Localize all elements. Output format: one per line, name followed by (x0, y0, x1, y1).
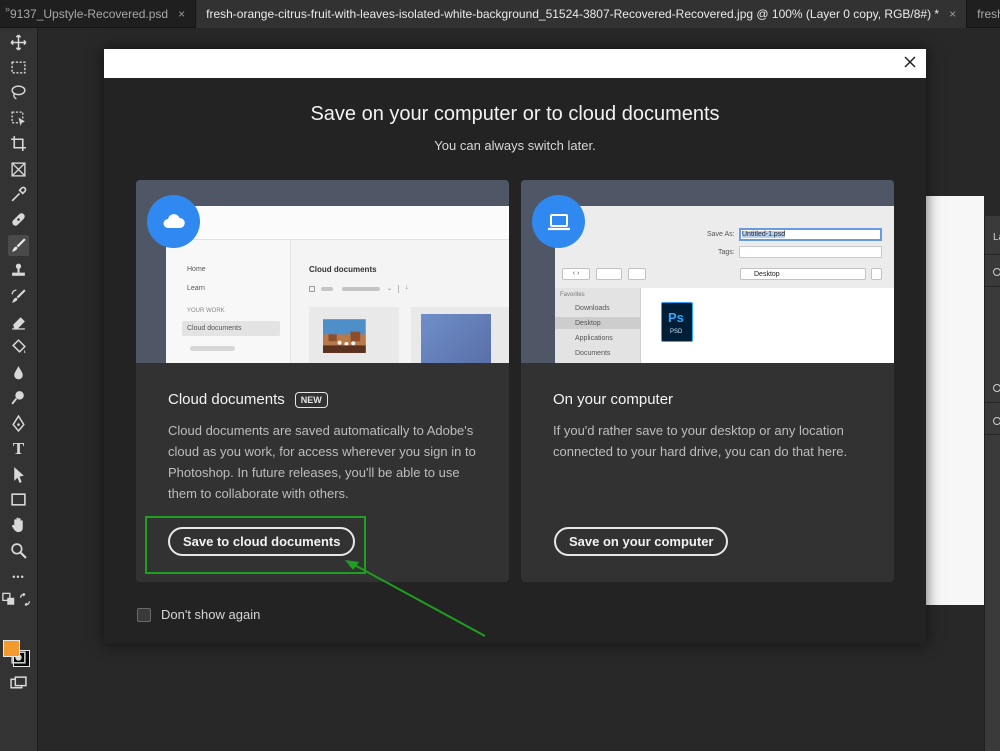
mock-panel-title: Cloud documents (309, 265, 377, 274)
search-icon[interactable] (993, 268, 1000, 276)
tab-fresh-o[interactable]: fresh-o (967, 0, 1000, 28)
mock-favorites-label: Favorites (560, 292, 585, 298)
close-button[interactable] (900, 53, 920, 73)
path-select-icon[interactable] (8, 464, 29, 485)
layers-panel-label: La (993, 232, 1000, 243)
panel-divider (985, 434, 1000, 435)
healing-brush-icon[interactable] (8, 209, 29, 230)
on-your-computer-card[interactable]: Save As: Untitled-1.psd Tags: ‹ › Deskto… (521, 180, 894, 582)
mock-tags-label: Tags: (718, 249, 735, 256)
save-location-dialog: Save on your computer or to cloud docume… (104, 49, 926, 644)
layers-panel: La (984, 216, 1000, 751)
laptop-icon-badge (532, 195, 585, 248)
cloud-card-heading: Cloud documents NEW (168, 391, 328, 408)
panel-divider (985, 286, 1000, 287)
frame-icon[interactable] (8, 159, 29, 180)
swap-colors-icon[interactable] (18, 592, 32, 606)
dodge-icon[interactable] (8, 387, 29, 408)
zoom-icon[interactable] (8, 540, 29, 561)
collapse-arrows-icon: » (5, 4, 11, 14)
computer-card-title: On your computer (553, 391, 674, 408)
cloud-documents-illustration: Home Learn YOUR WORK Cloud documents Clo… (136, 180, 509, 363)
eraser-icon[interactable] (8, 311, 29, 332)
more-icon[interactable]: ••• (8, 566, 29, 587)
mock-save-as-value: Untitled-1.psd (742, 231, 786, 238)
save-to-cloud-button[interactable]: Save to cloud documents (168, 527, 356, 556)
move-icon[interactable] (8, 32, 29, 53)
dont-show-again-checkbox[interactable] (137, 607, 151, 622)
object-select-icon[interactable] (8, 108, 29, 129)
dialog-subtitle: You can always switch later. (434, 138, 596, 153)
computer-illustration: Save As: Untitled-1.psd Tags: ‹ › Deskto… (521, 180, 894, 363)
pen-icon[interactable] (8, 413, 29, 434)
mock-thumbnail-gradient (411, 307, 509, 363)
mock-thumbnail-photo (309, 307, 399, 363)
type-icon[interactable]: T (8, 438, 29, 459)
tab-label: 9137_Upstyle-Recovered.psd (10, 7, 169, 21)
rectangle-icon[interactable] (8, 489, 29, 510)
dialog-title: Save on your computer or to cloud docume… (310, 103, 720, 125)
default-colors-icon[interactable] (2, 592, 16, 606)
mock-nav-learn: Learn (187, 285, 205, 292)
new-badge: NEW (294, 391, 328, 408)
cloud-documents-card[interactable]: Home Learn YOUR WORK Cloud documents Clo… (136, 180, 509, 582)
cloud-card-title: Cloud documents (168, 391, 285, 408)
mock-save-as-label: Save As: (707, 231, 735, 238)
mock-selected-item: Cloud documents (187, 325, 242, 332)
screen-mode-icon[interactable] (8, 673, 29, 694)
crop-icon[interactable] (8, 133, 29, 154)
document-canvas[interactable] (926, 196, 984, 605)
mock-fav-documents: Documents (575, 350, 611, 357)
tab-label: fresh-orange-citrus-fruit-with-leaves-is… (206, 7, 940, 21)
psd-file-icon: Ps PSD (661, 302, 693, 342)
computer-card-heading: On your computer (553, 391, 673, 408)
stamp-icon[interactable] (8, 260, 29, 281)
mock-fav-desktop: Desktop (575, 320, 601, 327)
mock-nav-home: Home (187, 266, 206, 273)
panel-divider (985, 402, 1000, 403)
computer-card-description: If you'd rather save to your desktop or … (553, 423, 848, 459)
mock-section-label: YOUR WORK (187, 308, 225, 314)
mock-fav-downloads: Downloads (575, 305, 610, 312)
cloud-icon-badge (147, 195, 200, 248)
tab-close-icon[interactable]: × (949, 7, 956, 21)
mock-location-value: Desktop (754, 271, 780, 278)
cloud-card-description: Cloud documents are saved automatically … (168, 423, 476, 501)
laptop-icon (547, 213, 570, 230)
dont-show-again-label: Don't show again (161, 607, 261, 622)
mock-fav-applications: Applications (575, 335, 613, 342)
desert-photo-icon (323, 319, 366, 353)
save-on-computer-button[interactable]: Save on your computer (554, 527, 729, 556)
paint-bucket-icon[interactable] (8, 336, 29, 357)
dialog-title-bar (104, 49, 926, 78)
mac-save-dialog-mock: Save As: Untitled-1.psd Tags: ‹ › Deskto… (555, 206, 894, 363)
tab-orange-citrus-jpg[interactable]: fresh-orange-citrus-fruit-with-leaves-is… (196, 0, 968, 28)
document-tab-bar: » 9137_Upstyle-Recovered.psd × fresh-ora… (0, 0, 1000, 28)
dont-show-again-row: Don't show again (137, 607, 260, 622)
visibility-eye-icon[interactable] (993, 417, 1000, 425)
foreground-color-swatch[interactable] (3, 640, 20, 657)
close-icon (904, 55, 916, 68)
lasso-icon[interactable] (8, 82, 29, 103)
hand-icon[interactable] (8, 514, 29, 535)
tab-close-icon[interactable]: × (178, 7, 185, 21)
eyedropper-icon[interactable] (8, 184, 29, 205)
visibility-eye-icon[interactable] (993, 384, 1000, 392)
panel-divider (985, 254, 1000, 255)
cloud-mock-window: Home Learn YOUR WORK Cloud documents Clo… (166, 206, 509, 363)
marquee-icon[interactable] (8, 57, 29, 78)
history-brush-icon[interactable] (8, 286, 29, 307)
brush-icon[interactable] (8, 235, 29, 256)
blur-icon[interactable] (8, 362, 29, 383)
cloud-icon (163, 213, 185, 228)
tools-panel: T ••• (0, 28, 38, 751)
tab-upstyle-psd[interactable]: 9137_Upstyle-Recovered.psd × (0, 0, 197, 28)
tab-label: fresh-o (977, 7, 1000, 21)
